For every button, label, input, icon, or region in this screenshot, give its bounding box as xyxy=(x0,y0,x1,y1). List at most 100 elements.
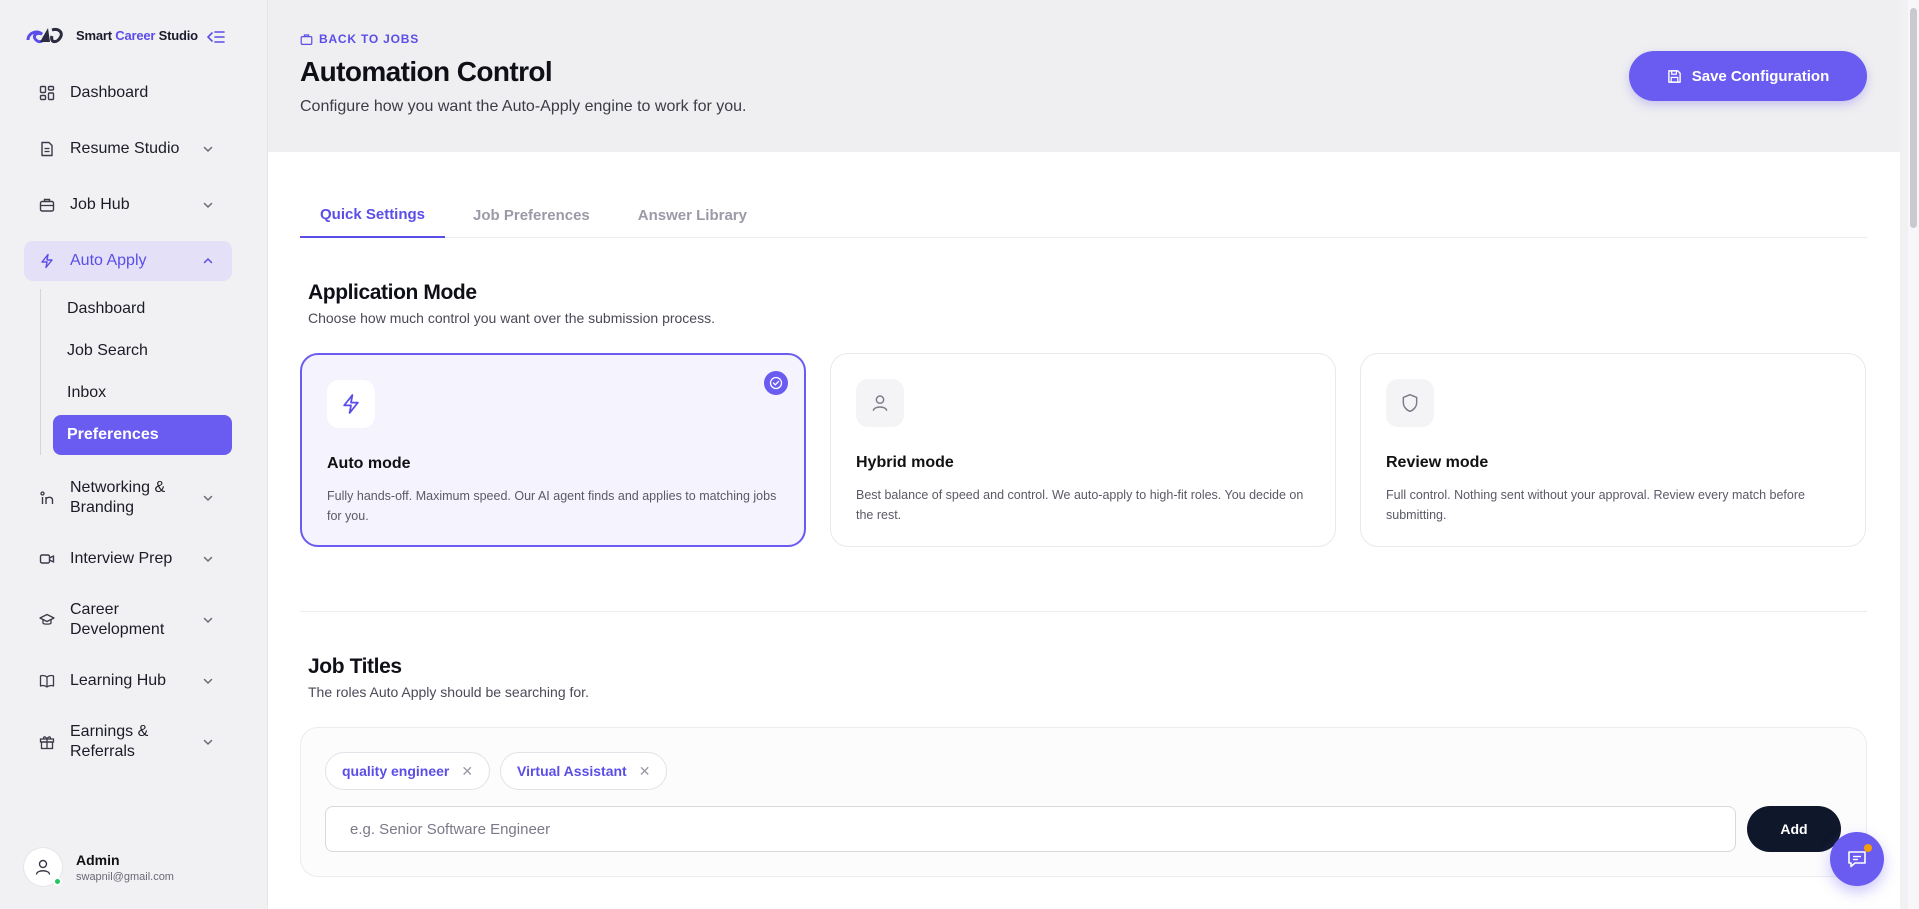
sidebar-item-label: Interview Prep xyxy=(70,550,173,567)
sidebar-item-auto-apply[interactable]: Auto Apply xyxy=(24,241,232,281)
sidebar-item-career-development[interactable]: Career Development xyxy=(24,595,232,645)
tab-answer-library[interactable]: Answer Library xyxy=(618,198,767,238)
dashboard-icon xyxy=(38,84,56,102)
mode-description: Fully hands-off. Maximum speed. Our AI a… xyxy=(327,489,777,523)
sidebar-nav: Dashboard Resume Studio Job Hub Auto App… xyxy=(24,73,232,783)
scrollbar-thumb[interactable] xyxy=(1910,8,1917,228)
tab-quick-settings[interactable]: Quick Settings xyxy=(300,198,446,238)
hybrid-mode-card[interactable]: Hybrid mode Best balance of speed and co… xyxy=(830,353,1336,547)
page-scrollbar[interactable] xyxy=(1908,0,1919,909)
sidebar-item-label: Earnings & Referrals xyxy=(70,723,149,760)
subnav-item-inbox[interactable]: Inbox xyxy=(53,373,232,413)
notification-dot xyxy=(1864,844,1872,852)
briefcase-icon xyxy=(38,196,56,214)
chat-support-button[interactable] xyxy=(1830,832,1884,886)
chevron-down-icon xyxy=(200,673,216,689)
job-title-chip: Virtual Assistant ✕ xyxy=(500,752,668,790)
sidebar-item-label: Resume Studio xyxy=(70,140,180,157)
tab-job-preferences[interactable]: Job Preferences xyxy=(453,198,610,238)
chevron-down-icon xyxy=(200,490,216,506)
briefcase-icon xyxy=(300,33,313,45)
mode-description: Full control. Nothing sent without your … xyxy=(1386,488,1805,522)
back-label: BACK TO JOBS xyxy=(319,32,420,46)
job-title-input[interactable] xyxy=(325,806,1736,852)
chip-label: quality engineer xyxy=(342,763,450,779)
add-job-title-button[interactable]: Add xyxy=(1747,806,1841,852)
user-info: Admin swapnil@gmail.com xyxy=(76,852,174,883)
mode-description: Best balance of speed and control. We au… xyxy=(856,488,1304,522)
page-subtitle: Configure how you want the Auto-Apply en… xyxy=(300,98,747,115)
sidebar-item-label: Networking & Branding xyxy=(70,479,166,516)
page-header: BACK TO JOBS Automation Control Configur… xyxy=(268,0,1900,152)
sidebar-item-interview-prep[interactable]: Interview Prep xyxy=(24,539,232,579)
chat-icon xyxy=(1848,851,1866,868)
graduation-cap-icon xyxy=(38,611,56,629)
job-title-chip: quality engineer ✕ xyxy=(325,752,491,790)
review-mode-card[interactable]: Review mode Full control. Nothing sent w… xyxy=(1360,353,1866,547)
mode-name: Hybrid mode xyxy=(856,454,954,471)
save-icon xyxy=(1667,69,1681,83)
main-content: BACK TO JOBS Automation Control Configur… xyxy=(268,0,1900,909)
chevron-down-icon xyxy=(200,612,216,628)
save-configuration-button[interactable]: Save Configuration xyxy=(1629,51,1867,101)
user-icon xyxy=(856,379,904,427)
subnav-item-job-search[interactable]: Job Search xyxy=(53,331,232,371)
brand-logo[interactable]: Smart Career Studio xyxy=(24,22,198,48)
subnav-item-dashboard[interactable]: Dashboard xyxy=(53,289,232,329)
settings-tabs: Quick Settings Job Preferences Answer Li… xyxy=(300,198,1867,238)
user-email: swapnil@gmail.com xyxy=(76,870,174,883)
selected-check-icon xyxy=(764,371,788,395)
bolt-icon xyxy=(327,380,375,428)
user-profile[interactable]: Admin swapnil@gmail.com xyxy=(24,848,174,886)
sidebar-item-label: Dashboard xyxy=(70,84,149,101)
network-icon xyxy=(38,489,56,507)
sidebar-item-label: Auto Apply xyxy=(70,252,147,269)
book-icon xyxy=(38,672,56,690)
gift-icon xyxy=(38,733,56,751)
mode-name: Auto mode xyxy=(327,455,411,472)
sidebar-item-dashboard[interactable]: Dashboard xyxy=(24,73,232,113)
sidebar-item-learning-hub[interactable]: Learning Hub xyxy=(24,661,232,701)
auto-apply-subnav: Dashboard Job Search Inbox Preferences xyxy=(40,289,232,455)
collapse-sidebar-button[interactable] xyxy=(206,27,226,47)
job-titles-title: Job Titles xyxy=(308,655,402,678)
remove-chip-icon[interactable]: ✕ xyxy=(461,763,473,780)
application-mode-title: Application Mode xyxy=(308,281,477,304)
online-status-dot xyxy=(53,877,62,886)
brand-name: Smart Career Studio xyxy=(76,27,198,43)
user-name: Admin xyxy=(76,851,120,868)
logo-icon xyxy=(26,28,63,44)
sidebar-item-label: Career Development xyxy=(70,601,165,638)
remove-chip-icon[interactable]: ✕ xyxy=(639,763,651,780)
document-icon xyxy=(38,140,56,158)
subnav-item-preferences[interactable]: Preferences xyxy=(53,415,232,455)
sidebar-item-earnings-referrals[interactable]: Earnings & Referrals xyxy=(24,717,232,767)
save-label: Save Configuration xyxy=(1691,67,1830,85)
chevron-down-icon xyxy=(200,734,216,750)
sidebar-item-label: Job Hub xyxy=(70,196,130,213)
auto-mode-card[interactable]: Auto mode Fully hands-off. Maximum speed… xyxy=(300,353,806,547)
back-to-jobs-link[interactable]: BACK TO JOBS xyxy=(300,32,419,46)
chevron-down-icon xyxy=(200,197,216,213)
sidebar-item-resume-studio[interactable]: Resume Studio xyxy=(24,129,232,169)
user-icon xyxy=(35,859,51,875)
job-titles-subtitle: The roles Auto Apply should be searching… xyxy=(308,684,589,700)
job-titles-panel: quality engineer ✕ Virtual Assistant ✕ A… xyxy=(300,727,1867,877)
chip-label: Virtual Assistant xyxy=(517,763,627,779)
application-mode-subtitle: Choose how much control you want over th… xyxy=(308,310,715,326)
page-title: Automation Control xyxy=(300,56,553,87)
chevron-up-icon xyxy=(200,253,216,269)
chevron-down-icon xyxy=(200,141,216,157)
sidebar: Smart Career Studio Dashboard Resume Stu… xyxy=(0,0,268,909)
section-divider xyxy=(300,611,1867,612)
sidebar-item-job-hub[interactable]: Job Hub xyxy=(24,185,232,225)
video-icon xyxy=(38,550,56,568)
chevron-down-icon xyxy=(200,551,216,567)
mode-name: Review mode xyxy=(1386,454,1489,471)
collapse-icon xyxy=(207,31,225,43)
sidebar-item-networking-branding[interactable]: Networking & Branding xyxy=(24,473,232,523)
sidebar-item-label: Learning Hub xyxy=(70,672,167,689)
shield-icon xyxy=(1386,379,1434,427)
avatar xyxy=(24,848,62,886)
bolt-icon xyxy=(38,252,56,270)
